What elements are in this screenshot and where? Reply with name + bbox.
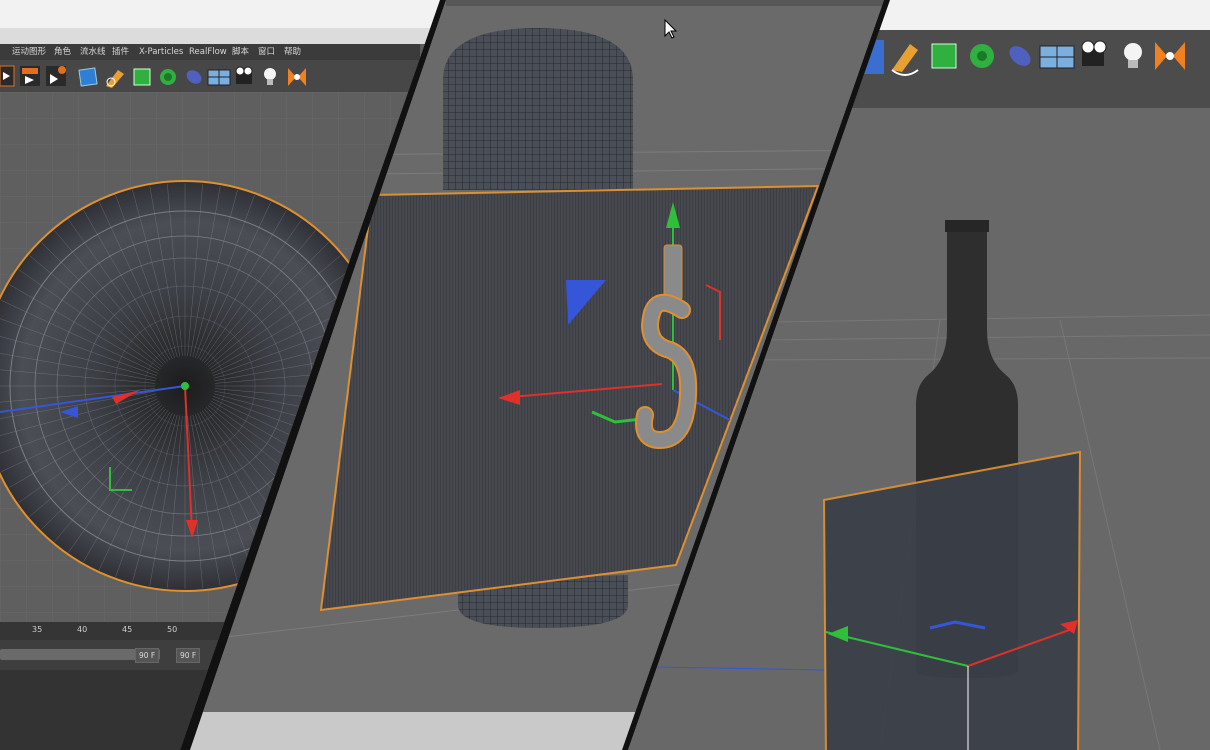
menu-item-window[interactable]: 窗口 [258,44,275,60]
pen-icon[interactable] [106,70,124,88]
camera-icon[interactable] [235,66,253,84]
max-frame-field[interactable]: 90 F [176,648,201,663]
deformer-icon[interactable] [184,67,204,86]
menu-item-plugins[interactable]: 插件 [112,44,129,60]
light-icon[interactable] [264,68,276,85]
subdivision-icon[interactable] [931,43,957,69]
cloner-icon[interactable] [160,69,176,85]
menu-item-x-particles[interactable]: X-Particles [139,44,183,60]
toolbar [0,60,420,92]
cube-icon[interactable] [78,67,98,87]
floor-icon[interactable] [1039,45,1075,69]
menu-item-character[interactable]: 角色 [54,44,71,60]
mouse-cursor-icon [664,18,678,39]
label-plane-right[interactable] [654,450,1082,750]
timeline-tick-45: 45 [122,625,133,634]
menu-item-help[interactable]: 帮助 [284,44,301,60]
timeline-tick-50: 50 [167,625,178,634]
toolbar-icons [0,65,306,88]
floor-icon[interactable] [207,69,231,86]
axis-center-icon[interactable] [288,68,306,86]
timeline-tick-35: 35 [32,625,43,634]
menu-item-realflow[interactable]: RealFlow [189,44,227,60]
cloner-icon[interactable] [970,44,994,68]
window-top-margin [0,0,440,28]
render-active-icon[interactable] [20,66,40,86]
render-view-icon[interactable] [0,65,15,87]
end-frame-field[interactable]: 90 F [135,648,160,663]
render-settings-icon[interactable] [46,66,66,86]
menu-bar: 运动图形 角色 流水线 插件 X-Particles RealFlow 脚本 窗… [0,44,420,60]
camera-icon[interactable] [1081,40,1107,66]
window-title-strip [0,28,440,44]
menu-item-mograph[interactable]: 运动图形 [12,44,46,60]
menu-item-script[interactable]: 脚本 [232,44,249,60]
menu-item-pipeline[interactable]: 流水线 [80,44,106,60]
timeline-ruler[interactable]: 35 40 45 50 [0,622,230,640]
timeline-tick-40: 40 [77,625,88,634]
screenshot-collage: 运动图形 角色 流水线 插件 X-Particles RealFlow 脚本 窗… [0,0,1210,750]
subdivision-icon[interactable] [133,68,151,86]
